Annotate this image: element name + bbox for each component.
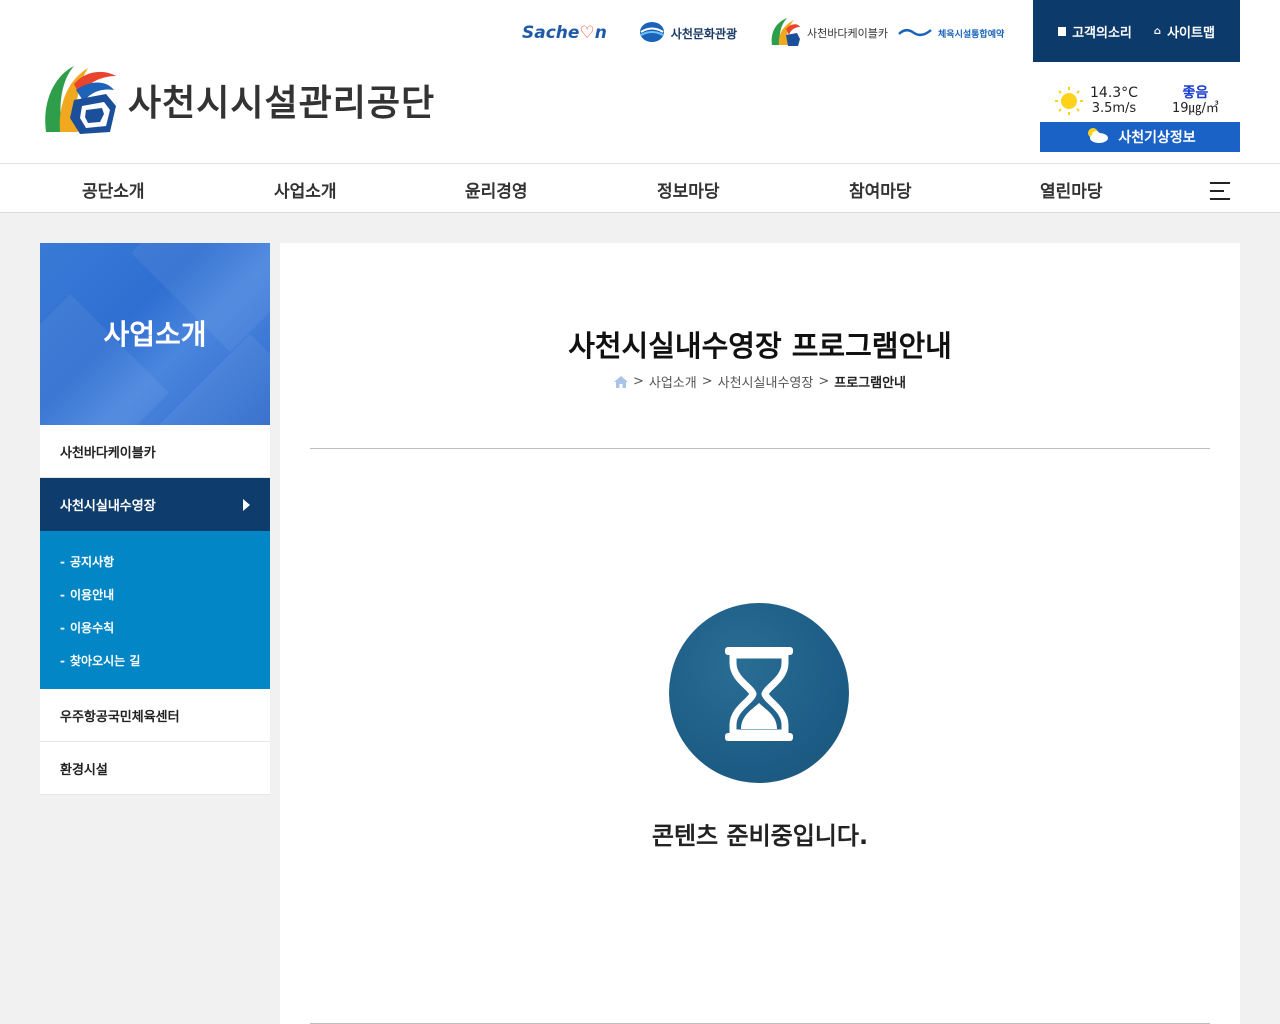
air-quality: 좋음 19㎍/㎥ [1171,85,1219,117]
sidebar: 사업소개 사천바다케이블카 사천시실내수영장 - 공지사항 - 이용안내 - 이용수칙… [40,243,270,795]
sidebar-item-aerospace-center[interactable]: 우주항공국민체육센터 [40,689,270,742]
hourglass-icon [669,603,849,783]
caret-right-icon [243,498,250,511]
sidebar-item-cablecar[interactable]: 사천바다케이블카 [40,425,270,478]
content-preparing-message: 콘텐츠 준비중입니다. [651,822,869,850]
culture-logo-icon [639,21,665,46]
cablecar-logo-icon [769,17,801,50]
sidebar-item-environment[interactable]: 환경시설 [40,742,270,795]
gnb-item-participation[interactable]: 참여마당 [849,177,912,202]
sidebar-submenu: - 공지사항 - 이용안내 - 이용수칙 - 찾아오시는 길 [40,531,270,689]
submenu-item-directions[interactable]: - 찾아오시는 길 [40,644,270,677]
wave-icon [898,26,932,41]
logo-text: 사천시시설관리공단 [128,83,436,124]
family-link-cablecar[interactable]: 사천바다케이블카 [769,17,888,50]
cloud-icon [1084,126,1110,148]
main-content: 사천시실내수영장 프로그램안내 > 사업소개 > 사천시실내수영장 > 프로그램… [280,243,1240,1024]
family-site-links: Sache♡n 사천문화관광 사천바다케이블카 체육시설통합예약 [522,16,1036,50]
home-icon: ⌂ [1153,25,1162,37]
weather-widget: 14.3°C 3.5m/s 좋음 19㎍/㎥ 사천기상정보 [1040,82,1240,152]
home-icon[interactable] [613,375,628,388]
sitemap-link[interactable]: ⌂ 사이트맵 [1154,22,1215,41]
family-link-sports[interactable]: 체육시설통합예약 [898,26,1004,41]
gnb-item-business[interactable]: 사업소개 [274,177,337,202]
gnb-item-open[interactable]: 열린마당 [1040,177,1103,202]
breadcrumb: > 사업소개 > 사천시실내수영장 > 프로그램안내 [280,372,1240,391]
breadcrumb-item-pool[interactable]: 사천시실내수영장 [718,372,814,391]
title-divider [310,448,1210,449]
sidebar-item-pool[interactable]: 사천시실내수영장 [40,478,270,531]
hamburger-menu-icon[interactable] [1210,182,1230,200]
customer-voice-link[interactable]: 고객의소리 [1058,22,1132,41]
document-icon [1058,26,1067,36]
gnb-item-about[interactable]: 공단소개 [82,177,145,202]
sun-icon [1054,86,1084,116]
breadcrumb-item-current: 프로그램안내 [834,376,906,391]
submenu-item-guide[interactable]: - 이용안내 [40,578,270,611]
submenu-item-notice[interactable]: - 공지사항 [40,545,270,578]
weather-info-button[interactable]: 사천기상정보 [1040,122,1240,152]
weather-temp: 14.3°C 3.5m/s [1090,85,1138,117]
logo-mark-icon [40,62,120,138]
site-logo[interactable]: 사천시시설관리공단 [40,62,435,138]
page-title: 사천시실내수영장 프로그램안내 [568,329,952,363]
family-link-culture[interactable]: 사천문화관광 [639,21,737,46]
family-link-sacheon[interactable]: Sache♡n [522,23,607,43]
sidebar-title: 사업소개 [103,318,207,351]
gnb-item-info[interactable]: 정보마당 [657,177,720,202]
submenu-item-rules[interactable]: - 이용수칙 [40,611,270,644]
gnb-item-ethics[interactable]: 윤리경영 [465,177,528,202]
site-header: 사천시시설관리공단 Sache♡n 사천문화관광 사천바다케이블카 체육시설통합… [0,0,1280,163]
breadcrumb-item-business[interactable]: 사업소개 [649,372,697,391]
top-utility-bar: 고객의소리 ⌂ 사이트맵 [1033,0,1240,62]
sidebar-header: 사업소개 [40,243,270,425]
main-navigation: 공단소개 사업소개 윤리경영 정보마당 참여마당 열린마당 [0,163,1280,213]
